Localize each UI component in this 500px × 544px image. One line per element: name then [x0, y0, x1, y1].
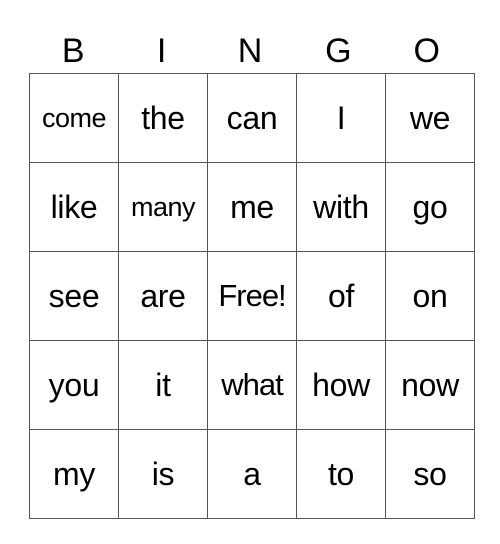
card-row: you it what how now	[29, 340, 475, 430]
header-letter-o: O	[413, 32, 440, 70]
card-cell[interactable]: go	[385, 162, 475, 252]
card-cell[interactable]: many	[118, 162, 208, 252]
card-row: like many me with go	[29, 162, 475, 252]
card-cell[interactable]: can	[207, 73, 297, 163]
card-cell[interactable]: I	[296, 73, 386, 163]
card-cell[interactable]: how	[296, 340, 386, 430]
header-letter-g: G	[325, 32, 352, 70]
header-letter-n: N	[237, 32, 263, 70]
card-cell[interactable]: see	[29, 251, 119, 341]
card-cell[interactable]: come	[29, 73, 119, 163]
bingo-card: come the can I we like many me with go s…	[29, 73, 475, 519]
card-cell[interactable]: me	[207, 162, 297, 252]
card-cell[interactable]: is	[118, 429, 208, 519]
card-cell[interactable]: now	[385, 340, 475, 430]
card-row: see are Free! of on	[29, 251, 475, 341]
card-row: my is a to so	[29, 429, 475, 519]
card-cell[interactable]: are	[118, 251, 208, 341]
card-cell[interactable]: of	[296, 251, 386, 341]
card-cell[interactable]: it	[118, 340, 208, 430]
bingo-header: B I N G O	[29, 30, 471, 72]
card-row: come the can I we	[29, 73, 475, 163]
card-cell[interactable]: we	[385, 73, 475, 163]
card-cell[interactable]: so	[385, 429, 475, 519]
card-cell[interactable]: you	[29, 340, 119, 430]
card-cell[interactable]: the	[118, 73, 208, 163]
card-cell[interactable]: to	[296, 429, 386, 519]
header-letter-b: B	[61, 32, 85, 70]
card-cell[interactable]: like	[29, 162, 119, 252]
card-cell[interactable]: a	[207, 429, 297, 519]
card-cell[interactable]: on	[385, 251, 475, 341]
card-cell[interactable]: with	[296, 162, 386, 252]
free-space-cell[interactable]: Free!	[207, 251, 297, 341]
card-cell[interactable]: my	[29, 429, 119, 519]
header-letter-i: I	[156, 32, 167, 70]
card-cell[interactable]: what	[207, 340, 297, 430]
